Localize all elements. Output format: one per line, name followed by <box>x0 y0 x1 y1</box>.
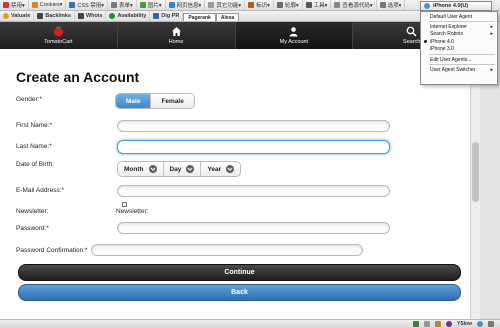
dig-pr-icon <box>153 13 160 19</box>
toolbar-images-menu[interactable]: 图片▾ <box>137 0 166 10</box>
email-field[interactable] <box>117 185 390 197</box>
ua-menu-item-user-agent-switcher[interactable]: User Agent Switcher ▸ <box>421 66 497 73</box>
password-field[interactable] <box>117 222 390 234</box>
backlinks-icon <box>37 13 44 19</box>
page-icon <box>423 321 430 327</box>
selected-dot-icon <box>424 40 427 44</box>
gender-label: Gender:* <box>16 96 43 103</box>
yslow-icon <box>445 321 452 327</box>
toolbar-valuate[interactable]: Valuate <box>0 11 35 21</box>
options-icon <box>379 2 386 8</box>
submenu-arrow-icon: ▸ <box>490 24 493 31</box>
globe-icon <box>424 3 430 9</box>
menu-separator <box>429 64 495 66</box>
addon-icon <box>477 321 483 327</box>
toolbar-resize-menu[interactable]: 轮廓▾ <box>274 0 303 10</box>
password-confirmation-label: Password Confirmation:* <box>16 247 88 254</box>
toolbar-cookies-menu[interactable]: Cookies▾ <box>29 0 67 10</box>
toolbar-forms-menu[interactable]: 表单▾ <box>108 0 137 10</box>
nav-item-home[interactable]: Home <box>118 22 236 49</box>
date-of-birth-label: Date of Birth: <box>16 161 54 168</box>
toolbar-whois[interactable]: Whois <box>75 11 107 21</box>
ua-menu-item-search-robots[interactable]: Search Robots ▸ <box>421 31 497 38</box>
form-icon <box>111 2 118 8</box>
dob-year-select[interactable]: Year <box>201 162 240 176</box>
date-of-birth-selects: Month Day Year <box>117 161 242 177</box>
whois-icon <box>77 13 84 19</box>
tools-icon <box>305 2 312 8</box>
toolbar-tools-menu[interactable]: 工具▾ <box>303 0 332 10</box>
password-confirmation-field[interactable] <box>91 244 363 256</box>
password-label: Password:* <box>16 225 49 232</box>
css-icon <box>69 2 76 8</box>
tomatocart-logo-icon <box>53 26 64 37</box>
chevron-down-icon <box>186 165 195 173</box>
toolbar-backlinks[interactable]: Backlinks <box>34 11 75 21</box>
page-title: Create an Account <box>16 69 140 85</box>
toolbar-disable-menu[interactable]: 禁用▾ <box>0 0 29 10</box>
ua-menu-item-default[interactable]: Default User Agent <box>421 13 497 20</box>
dob-day-select[interactable]: Day <box>164 162 202 176</box>
first-name-field[interactable] <box>117 120 390 132</box>
toolbar-css-menu[interactable]: CSS 禁用▾ <box>66 0 109 10</box>
toolbar-options-menu[interactable]: 选项▾ <box>377 0 406 10</box>
scrollbar-thumb[interactable] <box>472 142 479 202</box>
outline-icon <box>248 2 255 8</box>
ua-menu-item-internet-explorer[interactable]: Internet Explorer ▸ <box>421 23 497 30</box>
gender-female-button[interactable]: Female <box>151 94 194 108</box>
toolbar-outline-menu[interactable]: 标识▾ <box>245 0 274 10</box>
search-icon <box>406 26 417 37</box>
user-agent-menu: Default User Agent Internet Explorer ▸ Se… <box>420 11 498 85</box>
home-icon <box>171 26 182 37</box>
gender-male-button[interactable]: Male <box>116 94 152 108</box>
toolbar-dig-pr[interactable]: Dig PR <box>150 11 184 21</box>
email-label: E-Mail Address:* <box>16 187 65 194</box>
ua-menu-item-iphone-3[interactable]: iPhone 3.0 <box>421 46 497 53</box>
ua-menu-item-edit-user-agents[interactable]: Edit User Agents... <box>421 56 497 63</box>
first-name-label: First Name:* <box>16 122 53 129</box>
lock-icon <box>434 321 441 327</box>
continue-button[interactable]: Continue <box>18 264 461 281</box>
misc-icon <box>208 2 215 8</box>
nav-item-my-account[interactable]: My Account <box>235 22 354 49</box>
disable-icon <box>3 2 9 8</box>
menu-separator <box>429 21 495 23</box>
back-button[interactable]: Back <box>18 284 461 301</box>
menu-separator <box>429 53 495 55</box>
valuate-icon <box>3 13 9 19</box>
ua-menu-item-iphone-4[interactable]: iPhone 4.0 <box>421 38 497 45</box>
chevron-down-icon <box>226 165 235 173</box>
newsletter-checkbox-label: Newsletter: <box>116 208 149 215</box>
yslow-label[interactable]: YSlow <box>457 321 472 327</box>
submenu-arrow-icon: ▸ <box>490 67 493 74</box>
user-icon <box>288 26 299 37</box>
create-account-page: Create an Account Gender:* Male Female F… <box>0 49 470 319</box>
newsletter-checkbox[interactable] <box>122 202 127 207</box>
availability-icon <box>109 13 116 19</box>
status-bar: YSlow <box>0 319 500 328</box>
addon-icon <box>488 321 494 327</box>
user-agent-button[interactable]: iPhone 4.0(U) <box>420 1 492 11</box>
submenu-arrow-icon: ▸ <box>490 31 493 38</box>
last-name-label: Last Name:* <box>16 143 52 150</box>
nav-item-tomatocart[interactable]: TomatoCart <box>0 22 118 49</box>
gender-toggle: Male Female <box>115 93 195 109</box>
source-icon <box>334 2 341 8</box>
image-icon <box>139 2 146 8</box>
toolbar-view-source-menu[interactable]: 查看源代码▾ <box>331 0 377 10</box>
toolbar-misc-menu[interactable]: 其它功能▾ <box>205 0 246 10</box>
info-icon <box>168 2 175 8</box>
chevron-down-icon <box>148 165 157 173</box>
cookie-icon <box>31 2 38 8</box>
shield-icon <box>412 321 419 327</box>
last-name-field[interactable] <box>117 140 390 154</box>
pagerank-badge[interactable]: Pagerank <box>183 12 216 21</box>
toolbar-info-menu[interactable]: 网页信息▾ <box>166 0 206 10</box>
dob-month-select[interactable]: Month <box>118 162 164 176</box>
newsletter-label: Newsletter: <box>16 208 49 215</box>
app-navbar: TomatoCart Home My Account Search <box>0 22 470 49</box>
resize-icon <box>276 2 283 8</box>
toolbar-availability[interactable]: Availability <box>106 11 151 21</box>
alexa-badge[interactable]: Alexa <box>215 12 240 21</box>
